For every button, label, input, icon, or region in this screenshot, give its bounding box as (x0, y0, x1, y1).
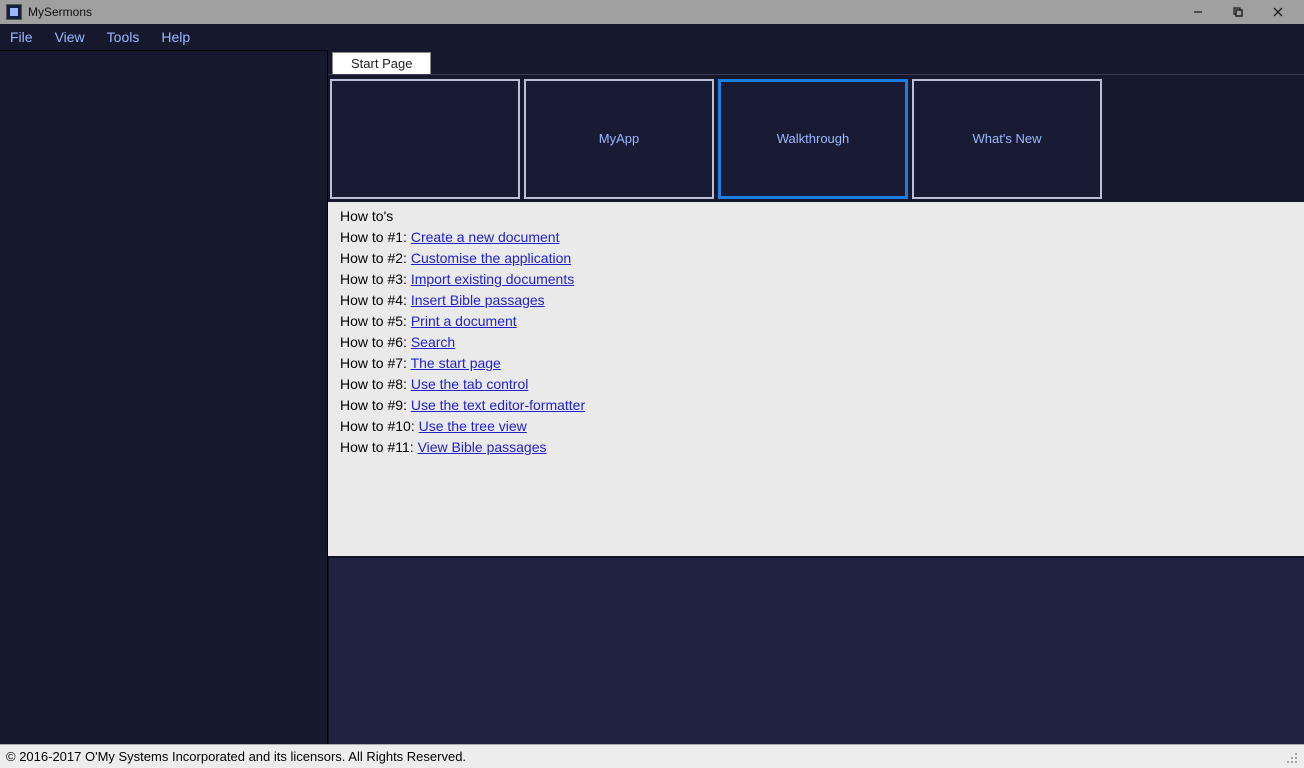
card-myapp[interactable]: MyApp (524, 79, 714, 199)
card-label: Walkthrough (777, 131, 850, 146)
howto-row: How to #1: Create a new document (340, 229, 1292, 245)
howto-prefix: How to #8: (340, 376, 411, 392)
card-whats-new[interactable]: What's New (912, 79, 1102, 199)
howto-link[interactable]: Print a document (411, 313, 517, 329)
howto-link[interactable]: View Bible passages (418, 439, 547, 455)
sidebar-tree[interactable] (0, 50, 328, 744)
menu-file[interactable]: File (10, 29, 33, 45)
howto-row: How to #7: The start page (340, 355, 1292, 371)
maximize-button[interactable] (1218, 0, 1258, 24)
card-row: MyApp Walkthrough What's New (328, 74, 1304, 202)
howto-link[interactable]: Use the tree view (419, 418, 527, 434)
menu-view[interactable]: View (55, 29, 85, 45)
menu-bar: File View Tools Help (0, 24, 1304, 50)
howto-link[interactable]: Search (411, 334, 455, 350)
howto-prefix: How to #5: (340, 313, 411, 329)
card-label: MyApp (599, 131, 639, 146)
howto-row: How to #10: Use the tree view (340, 418, 1292, 434)
close-button[interactable] (1258, 0, 1298, 24)
minimize-button[interactable] (1178, 0, 1218, 24)
howto-row: How to #11: View Bible passages (340, 439, 1292, 455)
status-bar: © 2016-2017 O'My Systems Incorporated an… (0, 744, 1304, 768)
tab-start-page[interactable]: Start Page (332, 52, 431, 74)
howto-row: How to #2: Customise the application (340, 250, 1292, 266)
howto-link[interactable]: Customise the application (411, 250, 571, 266)
howto-link[interactable]: Insert Bible passages (411, 292, 545, 308)
howto-link[interactable]: Use the text editor-formatter (411, 397, 585, 413)
tab-strip: Start Page (328, 50, 1304, 74)
howto-row: How to #4: Insert Bible passages (340, 292, 1292, 308)
howto-link[interactable]: Create a new document (411, 229, 560, 245)
app-icon (6, 4, 22, 20)
resize-grip-icon[interactable] (1284, 750, 1298, 764)
howto-prefix: How to #1: (340, 229, 411, 245)
howto-row: How to #5: Print a document (340, 313, 1292, 329)
title-bar: MySermons (0, 0, 1304, 24)
howto-row: How to #9: Use the text editor-formatter (340, 397, 1292, 413)
howto-prefix: How to #9: (340, 397, 411, 413)
howto-prefix: How to #11: (340, 439, 418, 455)
howto-prefix: How to #7: (340, 355, 411, 371)
howto-link[interactable]: Import existing documents (411, 271, 574, 287)
howto-heading: How to's (340, 208, 1292, 224)
howto-panel: How to's How to #1: Create a new documen… (328, 202, 1304, 556)
howto-link[interactable]: The start page (411, 355, 501, 371)
howto-row: How to #3: Import existing documents (340, 271, 1292, 287)
howto-prefix: How to #2: (340, 250, 411, 266)
howto-prefix: How to #10: (340, 418, 419, 434)
card-label: What's New (973, 131, 1042, 146)
card-empty[interactable] (330, 79, 520, 199)
card-walkthrough[interactable]: Walkthrough (718, 79, 908, 199)
howto-prefix: How to #3: (340, 271, 411, 287)
content-area: Start Page MyApp Walkthrough What's New … (328, 50, 1304, 744)
howto-link[interactable]: Use the tab control (411, 376, 529, 392)
howto-row: How to #8: Use the tab control (340, 376, 1292, 392)
howto-row: How to #6: Search (340, 334, 1292, 350)
window-title: MySermons (28, 5, 92, 19)
howto-prefix: How to #4: (340, 292, 411, 308)
menu-help[interactable]: Help (161, 29, 190, 45)
main-area: Start Page MyApp Walkthrough What's New … (0, 50, 1304, 744)
lower-panel (328, 556, 1304, 744)
status-text: © 2016-2017 O'My Systems Incorporated an… (6, 749, 466, 764)
menu-tools[interactable]: Tools (107, 29, 140, 45)
howto-prefix: How to #6: (340, 334, 411, 350)
